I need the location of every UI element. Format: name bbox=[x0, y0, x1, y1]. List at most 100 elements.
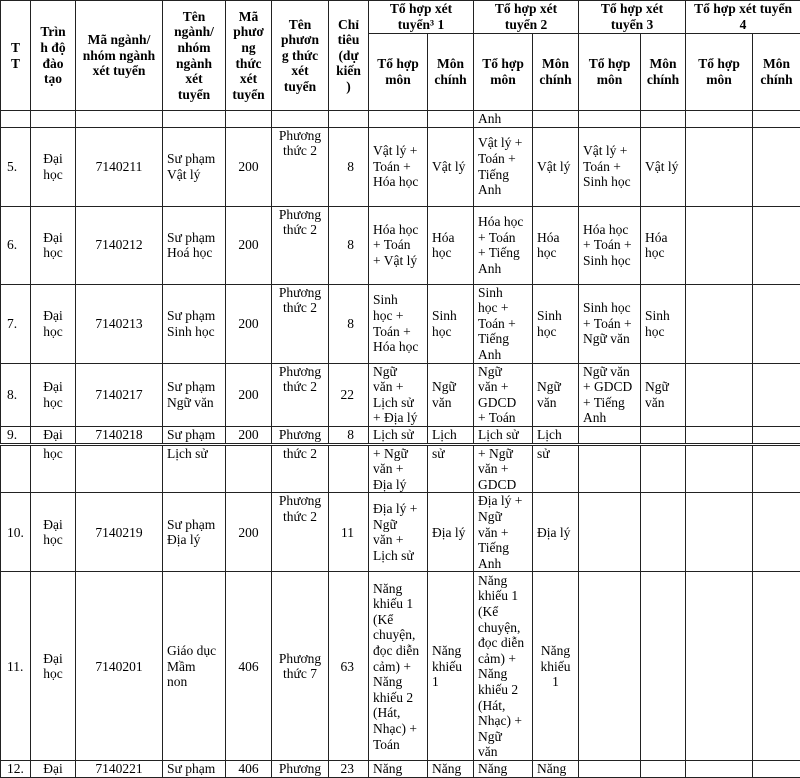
cell-chi-tieu: 63 bbox=[329, 572, 369, 761]
cell-to-hop-4-chinh bbox=[753, 493, 800, 572]
cell-to-hop-4-mon bbox=[686, 761, 753, 778]
cell-to-hop-3-mon bbox=[579, 761, 641, 778]
cell-to-hop-2-chinh: Địa lý bbox=[533, 493, 579, 572]
table-row: Anh bbox=[1, 111, 800, 128]
cell-tt: 5. bbox=[1, 127, 31, 206]
cell-to-hop-1-mon: Hóa học + Toán + Vật lý bbox=[369, 206, 428, 284]
cell-to-hop-1-chinh: Vật lý bbox=[428, 127, 474, 206]
header-ma-phuong-thuc: Mã phươ ng thức xét tuyển bbox=[226, 1, 272, 111]
cell-to-hop-1-chinh: sử bbox=[428, 444, 474, 493]
header-ten-nganh: Tên ngành/ nhóm ngành xét tuyển bbox=[163, 1, 226, 111]
cell-tt: 10. bbox=[1, 493, 31, 572]
cell-to-hop-3-mon: Ngữ văn + GDCD + Tiếng Anh bbox=[579, 363, 641, 426]
cell-to-hop-2-mon: Năng khiếu 1 (Kể chuyện, đọc diễn cảm) +… bbox=[474, 572, 533, 761]
cell-to-hop-2-chinh: Ngữ văn bbox=[533, 363, 579, 426]
header-chi-tieu: Chỉ tiêu (dự kiến ) bbox=[329, 1, 369, 111]
cell-trinh-do bbox=[31, 111, 76, 128]
cell-chi-tieu: 8 bbox=[329, 206, 369, 284]
header-ma-nganh: Mã ngành/ nhóm ngành xét tuyển bbox=[76, 1, 163, 111]
cell-tt: 7. bbox=[1, 284, 31, 363]
cell-to-hop-2-mon: Hóa học + Toán + Tiếng Anh bbox=[474, 206, 533, 284]
cell-tt: 12. bbox=[1, 761, 31, 778]
cell-tt: 9. bbox=[1, 426, 31, 444]
cell-to-hop-3-chinh bbox=[641, 111, 686, 128]
cell-chi-tieu: 22 bbox=[329, 363, 369, 426]
cell-to-hop-1-chinh: Năng khiếu 1 bbox=[428, 572, 474, 761]
cell-ma-nganh bbox=[76, 444, 163, 493]
cell-to-hop-1-mon: Sinh học + Toán + Hóa học bbox=[369, 284, 428, 363]
cell-to-hop-2-mon: Sinh học + Toán + Tiếng Anh bbox=[474, 284, 533, 363]
cell-ma-phuong-thuc: 406 bbox=[226, 761, 272, 778]
cell-chi-tieu bbox=[329, 444, 369, 493]
cell-to-hop-3-chinh bbox=[641, 426, 686, 444]
cell-to-hop-4-chinh bbox=[753, 284, 800, 363]
header-to-hop-mon: Tổ hợp môn bbox=[579, 34, 641, 111]
cell-trinh-do: Đại học bbox=[31, 284, 76, 363]
header-mon-chinh: Môn chính bbox=[428, 34, 474, 111]
cell-trinh-do: Đại học bbox=[31, 127, 76, 206]
header-to-hop-3: Tổ hợp xét tuyển 3 bbox=[579, 1, 686, 34]
cell-ten-nganh bbox=[163, 111, 226, 128]
cell-to-hop-3-chinh: Ngữ văn bbox=[641, 363, 686, 426]
cell-to-hop-4-mon bbox=[686, 426, 753, 444]
cell-to-hop-4-chinh bbox=[753, 444, 800, 493]
cell-to-hop-4-mon bbox=[686, 284, 753, 363]
header-to-hop-1: Tổ hợp xét tuyển³ 1 bbox=[369, 1, 474, 34]
cell-to-hop-2-mon: Địa lý + Ngữ văn + Tiếng Anh bbox=[474, 493, 533, 572]
cell-ten-phuong-thuc: Phương bbox=[272, 426, 329, 444]
cell-ma-phuong-thuc: 200 bbox=[226, 127, 272, 206]
cell-ma-phuong-thuc: 200 bbox=[226, 493, 272, 572]
cell-ma-nganh: 7140217 bbox=[76, 363, 163, 426]
cell-to-hop-2-chinh bbox=[533, 111, 579, 128]
cell-to-hop-4-chinh bbox=[753, 111, 800, 128]
cell-ten-nganh: Sư phạm Sinh học bbox=[163, 284, 226, 363]
cell-ma-nganh: 7140219 bbox=[76, 493, 163, 572]
cell-trinh-do: Đại bbox=[31, 426, 76, 444]
cell-ten-phuong-thuc: Phương thức 2 bbox=[272, 493, 329, 572]
cell-ma-phuong-thuc: 200 bbox=[226, 284, 272, 363]
cell-trinh-do: Đại bbox=[31, 761, 76, 778]
cell-to-hop-2-chinh: Năng bbox=[533, 761, 579, 778]
cell-ma-nganh bbox=[76, 111, 163, 128]
header-to-hop-mon: Tổ hợp môn bbox=[474, 34, 533, 111]
cell-to-hop-2-mon: + Ngữ văn + GDCD bbox=[474, 444, 533, 493]
cell-to-hop-1-mon: Năng bbox=[369, 761, 428, 778]
cell-trinh-do: Đại học bbox=[31, 206, 76, 284]
cell-to-hop-3-mon bbox=[579, 426, 641, 444]
cell-to-hop-3-chinh: Sinh học bbox=[641, 284, 686, 363]
cell-to-hop-2-chinh: Vật lý bbox=[533, 127, 579, 206]
cell-to-hop-2-chinh: Hóa học bbox=[533, 206, 579, 284]
cell-chi-tieu: 11 bbox=[329, 493, 369, 572]
cell-to-hop-2-mon: Lịch sử bbox=[474, 426, 533, 444]
cell-ten-nganh: Sư phạm bbox=[163, 761, 226, 778]
header-to-hop-2: Tổ hợp xét tuyển 2 bbox=[474, 1, 579, 34]
cell-to-hop-4-chinh bbox=[753, 572, 800, 761]
cell-ten-phuong-thuc: Phương thức 2 bbox=[272, 127, 329, 206]
cell-ten-nganh: Sư phạm Hoá học bbox=[163, 206, 226, 284]
cell-to-hop-3-mon bbox=[579, 572, 641, 761]
cell-to-hop-4-mon bbox=[686, 111, 753, 128]
cell-to-hop-3-chinh bbox=[641, 444, 686, 493]
cell-tt: 11. bbox=[1, 572, 31, 761]
cell-to-hop-1-mon: Địa lý + Ngữ văn + Lịch sử bbox=[369, 493, 428, 572]
cell-to-hop-1-chinh: Hóa học bbox=[428, 206, 474, 284]
cell-to-hop-4-chinh bbox=[753, 206, 800, 284]
cell-to-hop-3-mon: Sinh học + Toán + Ngữ văn bbox=[579, 284, 641, 363]
cell-to-hop-4-chinh bbox=[753, 761, 800, 778]
cell-to-hop-2-chinh: Sinh học bbox=[533, 284, 579, 363]
table-row: 11.Đại học7140201Giáo dục Mầm non406Phươ… bbox=[1, 572, 800, 761]
cell-to-hop-1-chinh bbox=[428, 111, 474, 128]
cell-ten-nganh: Sư phạm Ngữ văn bbox=[163, 363, 226, 426]
cell-to-hop-1-chinh: Lịch bbox=[428, 426, 474, 444]
cell-to-hop-1-mon bbox=[369, 111, 428, 128]
cell-to-hop-3-mon: Vật lý + Toán + Sinh học bbox=[579, 127, 641, 206]
cell-ma-phuong-thuc bbox=[226, 111, 272, 128]
header-tt: T T bbox=[1, 1, 31, 111]
cell-ma-nganh: 7140213 bbox=[76, 284, 163, 363]
cell-trinh-do: Đại học bbox=[31, 493, 76, 572]
cell-ten-phuong-thuc: thức 2 bbox=[272, 444, 329, 493]
cell-chi-tieu: 23 bbox=[329, 761, 369, 778]
table-row: 5.Đại học7140211Sư phạm Vật lý200Phương … bbox=[1, 127, 800, 206]
cell-tt: 8. bbox=[1, 363, 31, 426]
cell-to-hop-3-mon bbox=[579, 444, 641, 493]
